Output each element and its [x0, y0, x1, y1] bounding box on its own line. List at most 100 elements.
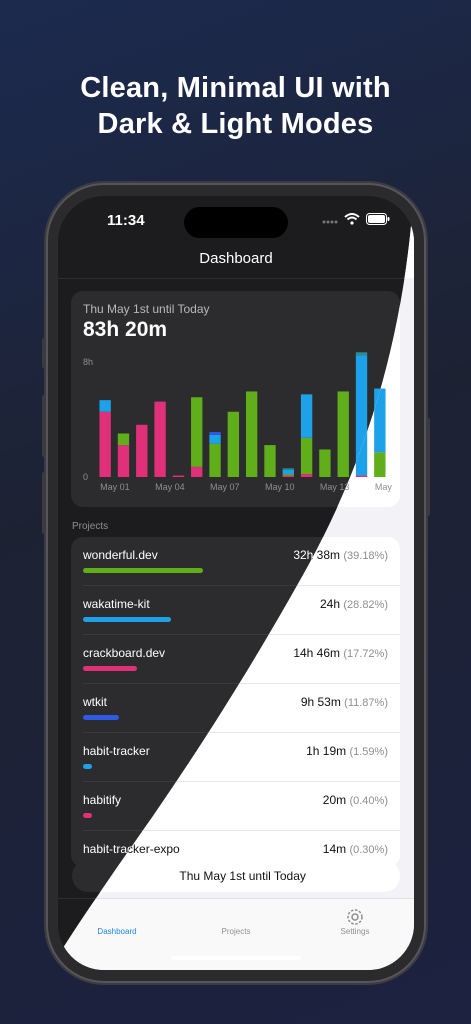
chart-bar-segment	[282, 469, 294, 475]
project-duration: 32h 38m	[293, 548, 344, 562]
date-range-label: Thu May 1st until Today	[183, 869, 310, 883]
project-percentage: (17.72%)	[343, 648, 388, 660]
project-share-bar	[83, 764, 92, 769]
project-share-bar	[83, 715, 120, 720]
status-icons	[322, 213, 390, 225]
chart-bar-segment	[191, 397, 203, 467]
nav-divider	[58, 278, 414, 279]
daily-activity-chart: 8h 0 May 01 May 04 May 07 May 10 May 13 May	[83, 352, 393, 492]
chart-bar-segment	[374, 388, 386, 453]
tab-projects[interactable]: Projects	[191, 907, 281, 939]
calendar-icon	[162, 870, 175, 883]
tab-dashboard-label: Dashboard	[97, 930, 137, 939]
project-share-bar	[83, 666, 138, 671]
project-percentage: (0.40%)	[349, 795, 388, 807]
wifi-icon	[344, 213, 360, 225]
project-percentage: (39.18%)	[343, 550, 388, 562]
chart-bar-segment	[209, 443, 221, 477]
y-tick-label: 0	[83, 472, 88, 482]
project-name: wtkit	[83, 695, 107, 709]
x-tick-label: May	[375, 482, 393, 492]
project-name: wakatime-kit	[83, 597, 150, 611]
project-duration: 14m	[322, 842, 350, 856]
summary-total: 83h 20m	[83, 318, 168, 341]
x-tick-label: May 01	[100, 482, 130, 492]
project-row[interactable]: habit-tracker 1h 19m (1.59%)	[71, 733, 400, 782]
signal-icon	[322, 220, 338, 224]
project-duration: 24h	[320, 597, 344, 611]
chart-bar-segment	[282, 475, 294, 477]
summary-card: Thu May 1st until Today 83h 20m 8h 0 May 0…	[71, 291, 400, 507]
project-duration: 9h 53m	[300, 695, 345, 709]
chart-bar-segment	[245, 391, 258, 477]
project-share-bar	[83, 617, 172, 622]
list-icon	[227, 908, 244, 925]
chart-bar-segment	[209, 434, 221, 444]
project-time: 1h 19m (1.59%)	[306, 744, 388, 758]
project-name: crackboard.dev	[83, 646, 166, 660]
project-row[interactable]: wtkit 9h 53m (11.87%)	[71, 684, 400, 733]
project-row[interactable]: wakatime-kit 24h (28.82%)	[71, 586, 400, 635]
chart-bar-segment	[282, 474, 294, 476]
status-time: 11:34	[107, 212, 145, 229]
chart-bar-segment	[300, 474, 313, 477]
project-row[interactable]: wonderful.dev 32h 38m (39.18%)	[71, 537, 400, 586]
project-name: wonderful.dev	[83, 548, 158, 562]
tab-settings[interactable]: Settings	[310, 907, 400, 939]
phone-button-action	[42, 338, 46, 368]
chart-bar-segment	[374, 452, 386, 477]
project-time: 24h (28.82%)	[320, 597, 388, 611]
project-row[interactable]: crackboard.dev 14h 46m (17.72%)	[71, 635, 400, 684]
chart-bar-segment	[227, 411, 240, 477]
chart-bar-segment	[209, 432, 221, 435]
battery-icon	[366, 213, 390, 225]
tab-dashboard[interactable]: Dashboard	[72, 907, 162, 939]
chart-bar-segment	[300, 437, 313, 475]
tab-settings-label: Settings	[340, 930, 370, 939]
project-percentage: (0.30%)	[349, 844, 388, 856]
project-share-bar	[83, 813, 92, 818]
project-time: 14m (0.30%)	[323, 842, 388, 856]
page-title: Dashboard	[199, 250, 273, 267]
chart-bar-segment	[282, 468, 294, 470]
chart-bar-segment	[172, 475, 185, 477]
phone-button-volume-down	[42, 472, 46, 534]
chart-bar-segment	[337, 391, 349, 477]
chart-bar-segment	[136, 424, 148, 477]
chart-bar-segment	[300, 394, 313, 438]
chart-bar-segment	[264, 445, 276, 477]
project-name: habit-tracker	[83, 744, 150, 758]
chart-bar-segment	[191, 466, 203, 477]
chart-bar-segment	[99, 400, 111, 412]
projects-section-label: Projects	[72, 521, 109, 532]
phone-button-power	[426, 418, 430, 516]
project-percentage: (1.59%)	[349, 746, 388, 758]
project-time: 14h 46m (17.72%)	[293, 646, 388, 660]
project-duration: 20m	[322, 793, 350, 807]
date-range-button[interactable]: Thu May 1st until Today	[72, 860, 400, 892]
chart-bar-segment	[117, 445, 130, 477]
chart-bar-segment	[154, 401, 166, 477]
chart-bar-segment	[355, 352, 368, 356]
x-tick-label: May 13	[320, 482, 350, 492]
project-row[interactable]: habitify 20m (0.40%)	[71, 782, 400, 831]
phone-button-volume-up	[42, 395, 46, 457]
headline-line-1: Clean, Minimal UI with	[80, 72, 391, 104]
chart-bar-segment	[117, 433, 130, 446]
project-duration: 14h 46m	[293, 646, 344, 660]
x-tick-label: May 10	[265, 482, 295, 492]
home-indicator	[172, 956, 300, 960]
x-tick-label: May 04	[155, 482, 185, 492]
y-tick-label: 8h	[83, 357, 93, 367]
headline: Clean, Minimal UI with Dark & Light Mode…	[0, 70, 471, 142]
grid-icon	[108, 908, 126, 926]
phone-screen: 11:34 Dashboard Thu May 1st until Today …	[58, 196, 414, 970]
project-share-bar	[83, 568, 203, 573]
summary-range: Thu May 1st until Today	[83, 302, 210, 316]
project-time: 9h 53m (11.87%)	[301, 695, 388, 709]
app-content: 11:34 Dashboard Thu May 1st until Today …	[58, 196, 414, 970]
project-time: 20m (0.40%)	[323, 793, 388, 807]
headline-line-2: Dark & Light Modes	[97, 108, 374, 140]
project-time: 32h 38m (39.18%)	[293, 548, 388, 562]
gear-icon	[346, 907, 365, 927]
